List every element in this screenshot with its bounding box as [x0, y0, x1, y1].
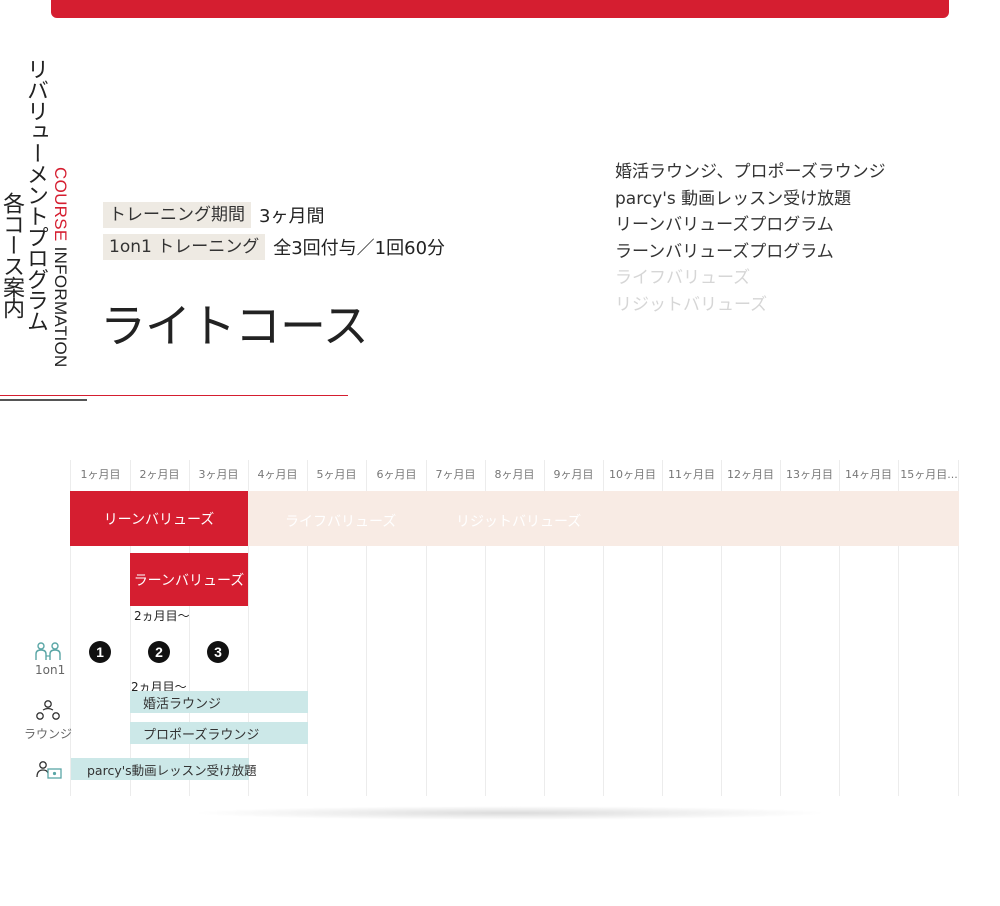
- month-label: 6ヶ月目: [376, 468, 417, 481]
- course-word: COURSE: [51, 167, 70, 242]
- learn-values-bar: ラーンバリューズ: [130, 553, 248, 606]
- session-2-marker: 2: [148, 641, 170, 663]
- video-lessons-bar: parcy's動画レッスン受け放題: [71, 758, 257, 780]
- konkatsu-lounge-bar: 婚活ラウンジ: [130, 691, 308, 713]
- month-label: 9ヶ月目: [553, 468, 594, 481]
- month-label: 13ヶ月目: [786, 468, 833, 481]
- timeline-chart: 1ヶ月目 2ヶ月目 3ヶ月目 4ヶ月目 5ヶ月目 6ヶ月目 7ヶ月目 8ヶ月目 …: [0, 460, 1000, 800]
- spec-row-1on1: 1on1 トレーニング 全3回付与／1回60分: [103, 234, 445, 260]
- program-subtitle: 各コース案内: [0, 192, 24, 318]
- top-accent-bar: [51, 0, 949, 18]
- session-1-marker: 1: [89, 641, 111, 663]
- feature-item-disabled: ライフバリューズ: [615, 268, 751, 288]
- month-label: 7ヶ月目: [435, 468, 476, 481]
- course-information-label: COURSE INFORMATION: [50, 167, 70, 368]
- spec-row-period: トレーニング期間 3ヶ月間: [103, 202, 324, 228]
- start-note: 2ヵ月目〜: [134, 609, 190, 623]
- month-label: 10ヶ月目: [609, 468, 656, 481]
- divider-red: [0, 395, 348, 396]
- rigid-values-label: リジットバリューズ: [456, 514, 582, 530]
- card-shadow: [190, 806, 830, 820]
- spec-value: 全3回付与／1回60分: [273, 238, 446, 259]
- month-label: 2ヶ月目: [139, 468, 180, 481]
- feature-item: parcy's 動画レッスン受け放題: [615, 188, 852, 209]
- month-label: 11ヶ月目: [668, 468, 715, 481]
- row-label-lounge: ラウンジ: [24, 727, 73, 741]
- lean-values-bar: リーンバリューズ: [70, 491, 248, 546]
- feature-item: リーンバリューズプログラム: [615, 215, 834, 235]
- month-label: 8ヶ月目: [494, 468, 535, 481]
- propose-lounge-bar: プロポーズラウンジ: [130, 722, 308, 744]
- feature-list: 婚活ラウンジ、プロポーズラウンジ parcy's 動画レッスン受け放題 リーンバ…: [615, 159, 886, 318]
- divider-gray: [0, 399, 87, 401]
- feature-item-disabled: リジットバリューズ: [615, 294, 768, 315]
- program-title: リバリューメントプログラム: [23, 58, 48, 331]
- life-values-label: ライフバリューズ: [285, 514, 397, 530]
- spec-value: 3ヶ月間: [259, 206, 325, 227]
- month-label: 15ヶ月目...: [900, 468, 958, 481]
- row-label-1on1: 1on1: [35, 663, 66, 677]
- course-name: ライトコース: [100, 299, 369, 353]
- information-word: INFORMATION: [51, 241, 70, 368]
- spec-key: 1on1 トレーニング: [103, 234, 266, 260]
- month-label: 12ヶ月目: [727, 468, 774, 481]
- month-label: 5ヶ月目: [316, 468, 357, 481]
- month-label: 4ヶ月目: [257, 468, 298, 481]
- month-label: 3ヶ月目: [198, 468, 239, 481]
- session-3-marker: 3: [207, 641, 229, 663]
- video-lesson-icon: [35, 758, 65, 784]
- month-label: 1ヶ月目: [80, 468, 121, 481]
- month-label: 14ヶ月目: [845, 468, 892, 481]
- feature-item: 婚活ラウンジ、プロポーズラウンジ: [615, 162, 886, 182]
- lounge-icon: [33, 698, 63, 724]
- feature-item: ラーンバリューズプログラム: [615, 241, 834, 262]
- spec-key: トレーニング期間: [103, 202, 251, 228]
